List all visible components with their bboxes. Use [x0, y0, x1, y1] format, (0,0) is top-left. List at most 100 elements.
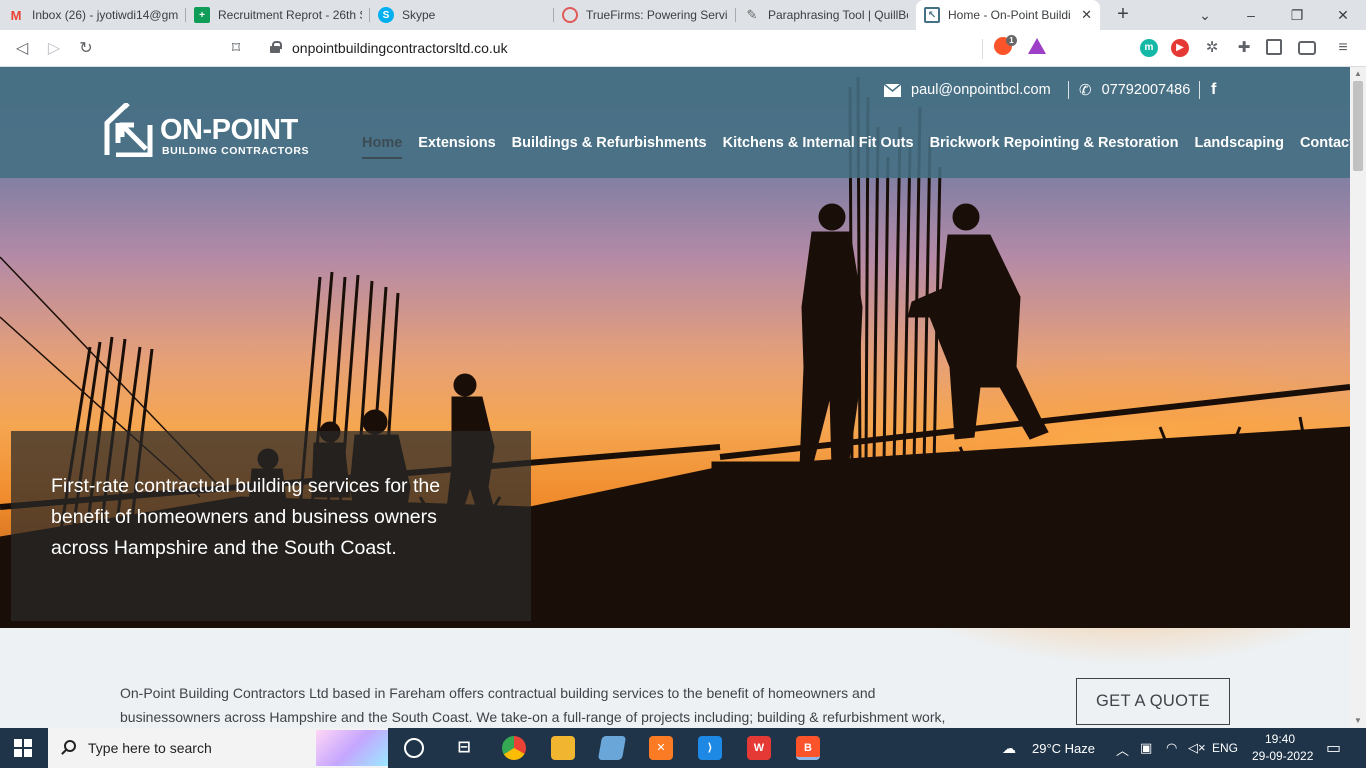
- intro-paragraph: On-Point Building Contractors Ltd based …: [120, 681, 970, 728]
- web-page: ON-POINT BUILDING CONTRACTORS paul@onpoi…: [0, 67, 1350, 728]
- menu-icon[interactable]: ≡: [1334, 39, 1352, 57]
- clock-time[interactable]: 19:40: [1265, 732, 1295, 746]
- hero-text-box: First-rate contractual building services…: [11, 431, 531, 621]
- weather-icon[interactable]: ☁: [1002, 740, 1016, 757]
- sheets-icon: +: [194, 7, 210, 23]
- close-window-icon[interactable]: ✕: [1320, 0, 1366, 30]
- tray-chevron-up-icon[interactable]: ︿: [1116, 740, 1129, 759]
- reload-icon[interactable]: ↻: [75, 38, 97, 60]
- meet-now-icon[interactable]: ▣: [1140, 740, 1152, 756]
- main-nav: Home Extensions Buildings & Refurbishmen…: [362, 133, 1350, 159]
- scroll-down-icon[interactable]: ▼: [1350, 714, 1366, 728]
- restore-icon[interactable]: ❐: [1274, 0, 1320, 30]
- sidebar-icon[interactable]: [1266, 39, 1282, 55]
- vscode-icon[interactable]: ⟩: [698, 736, 722, 760]
- address-bar[interactable]: onpointbuildingcontractorsltd.co.uk 1: [258, 35, 1054, 62]
- truefirms-icon: [562, 7, 578, 23]
- file-explorer-icon[interactable]: [551, 736, 575, 760]
- nav-brickwork-repointing-restoration[interactable]: Brickwork Repointing & Restoration: [922, 133, 1187, 157]
- clock-date[interactable]: 29-09-2022: [1252, 749, 1313, 763]
- tab-quillbot[interactable]: ✎ Paraphrasing Tool | QuillBot: [736, 0, 916, 30]
- nav-landscaping[interactable]: Landscaping: [1187, 133, 1292, 157]
- wallet-icon[interactable]: [1298, 41, 1316, 55]
- scroll-up-icon[interactable]: ▲: [1350, 67, 1366, 81]
- nav-home[interactable]: Home: [362, 133, 410, 159]
- browser-toolbar: ◁ ▷ ↻ ⌑ onpointbuildingcontractorsltd.co…: [0, 30, 1366, 67]
- tab-title: Recruitment Reprot - 26th S: [218, 8, 362, 22]
- contact-separator: [1068, 81, 1069, 99]
- site-logo[interactable]: ON-POINT BUILDING CONTRACTORS: [104, 103, 314, 159]
- contact-separator: [1199, 81, 1200, 99]
- nav-extensions[interactable]: Extensions: [410, 133, 503, 157]
- tab-gmail[interactable]: M Inbox (26) - jyotiwdi14@gm: [0, 0, 186, 30]
- extension-m-icon[interactable]: m: [1140, 39, 1158, 57]
- phone-link[interactable]: 07792007486: [1102, 82, 1191, 98]
- brave-rewards-icon[interactable]: [1028, 38, 1046, 54]
- logo-arrow-house-icon: [104, 103, 153, 157]
- extensions-puzzle-icon[interactable]: ✚: [1235, 39, 1253, 57]
- task-view-circle-icon[interactable]: [404, 738, 424, 758]
- windows-taskbar: Type here to search ⊟ ✕ ⟩ W B ☁ 29°C Haz…: [0, 728, 1366, 768]
- volume-muted-icon[interactable]: ◁×: [1188, 740, 1206, 756]
- tab-skype[interactable]: S Skype: [370, 0, 554, 30]
- windows-start-icon[interactable]: [14, 739, 32, 757]
- nav-contact[interactable]: Contact: [1292, 133, 1350, 157]
- forward-icon[interactable]: ▷: [43, 38, 65, 60]
- phone-icon: ✆: [1079, 82, 1092, 99]
- tab-title: Skype: [402, 8, 436, 22]
- new-tab-icon[interactable]: +: [1112, 3, 1134, 27]
- tab-title: Paraphrasing Tool | QuillBot: [768, 8, 908, 22]
- translate-extension-icon[interactable]: ✲: [1203, 39, 1221, 57]
- hero-tagline: First-rate contractual building services…: [51, 475, 441, 559]
- lock-icon: [270, 41, 282, 53]
- brave-browser-icon[interactable]: B: [796, 736, 820, 760]
- tab-truefirms[interactable]: TrueFirms: Powering Service: [554, 0, 736, 30]
- close-tab-icon[interactable]: ✕: [1081, 7, 1092, 23]
- logo-name: ON-POINT: [160, 114, 298, 146]
- bookmark-icon[interactable]: ⌑: [225, 38, 247, 60]
- back-icon[interactable]: ◁: [11, 38, 33, 60]
- tab-title: Inbox (26) - jyotiwdi14@gm: [32, 8, 178, 22]
- browser-tab-strip: M Inbox (26) - jyotiwdi14@gm + Recruitme…: [0, 0, 1366, 30]
- email-link[interactable]: paul@onpointbcl.com: [911, 82, 1051, 98]
- page-scrollbar[interactable]: ▲ ▼: [1350, 67, 1366, 728]
- nav-buildings-refurbishments[interactable]: Buildings & Refurbishments: [504, 133, 715, 157]
- nav-kitchens-internal-fit-outs[interactable]: Kitchens & Internal Fit Outs: [715, 133, 922, 157]
- url-text[interactable]: onpointbuildingcontractorsltd.co.uk: [292, 40, 508, 56]
- skype-icon: S: [378, 7, 394, 23]
- envelope-icon: [884, 83, 901, 97]
- intro-line: businessowners across Hampshire and the …: [120, 709, 946, 725]
- notification-center-icon[interactable]: ▭: [1326, 738, 1341, 758]
- get-a-quote-button[interactable]: GET A QUOTE: [1076, 678, 1230, 725]
- omnibox-divider: [982, 39, 983, 59]
- tab-title: Home - On-Point Buildi: [948, 8, 1070, 22]
- play-extension-icon[interactable]: ▶: [1171, 39, 1189, 57]
- tab-recruitment-report[interactable]: + Recruitment Reprot - 26th S: [186, 0, 370, 30]
- language-indicator[interactable]: ENG: [1212, 741, 1238, 755]
- intro-line: On-Point Building Contractors Ltd based …: [120, 685, 876, 701]
- tab-onpoint-active[interactable]: ↖ Home - On-Point Buildi ✕: [916, 0, 1100, 30]
- taskbar-search[interactable]: Type here to search: [48, 728, 388, 768]
- minimize-icon[interactable]: –: [1228, 0, 1274, 30]
- tab-title: TrueFirms: Powering Service: [586, 8, 728, 22]
- header-phone[interactable]: ✆ 07792007486: [1079, 80, 1190, 100]
- xampp-icon[interactable]: ✕: [649, 736, 673, 760]
- chevron-down-icon[interactable]: ⌄: [1182, 0, 1228, 30]
- scroll-thumb[interactable]: [1353, 81, 1363, 171]
- facebook-icon[interactable]: f: [1211, 80, 1216, 100]
- wifi-icon[interactable]: ◠: [1166, 740, 1177, 756]
- gmail-icon: M: [10, 7, 22, 23]
- search-highlight-icon: [316, 730, 388, 766]
- logo-subtitle: BUILDING CONTRACTORS: [162, 145, 310, 157]
- header-email[interactable]: paul@onpointbcl.com: [884, 80, 1051, 100]
- brave-badge: 1: [1006, 35, 1017, 46]
- chrome-icon[interactable]: [502, 736, 526, 760]
- search-icon: [64, 740, 76, 752]
- search-input[interactable]: Type here to search: [88, 740, 212, 756]
- site-header: ON-POINT BUILDING CONTRACTORS paul@onpoi…: [0, 67, 1350, 178]
- task-view-icon[interactable]: ⊟: [452, 736, 476, 760]
- weather-text[interactable]: 29°C Haze: [1032, 741, 1095, 756]
- onpoint-icon: ↖: [924, 7, 940, 23]
- wps-office-icon[interactable]: W: [747, 736, 771, 760]
- notes-app-icon[interactable]: [597, 736, 627, 760]
